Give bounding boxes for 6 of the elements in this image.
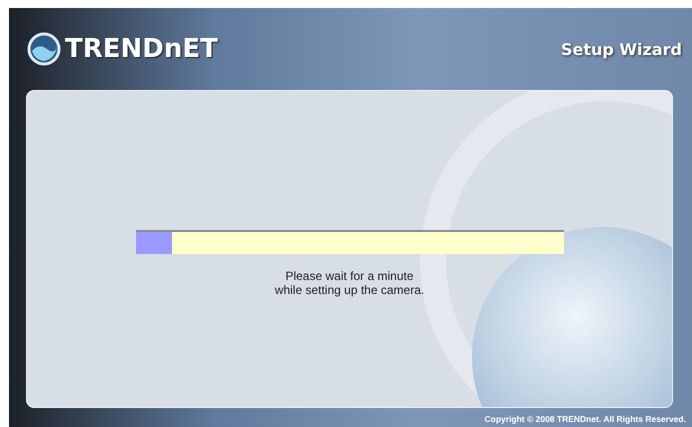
brand-logo: TRENDnET [65, 34, 218, 64]
copyright-text: Copyright © 2008 TRENDnet. All Rights Reserved. [484, 414, 686, 424]
wizard-title: Setup Wizard [560, 40, 682, 58]
status-message: while setting up the camera. [274, 283, 424, 297]
status-message: Please wait for a minute [284, 269, 415, 283]
logo-globe-icon [27, 32, 61, 66]
